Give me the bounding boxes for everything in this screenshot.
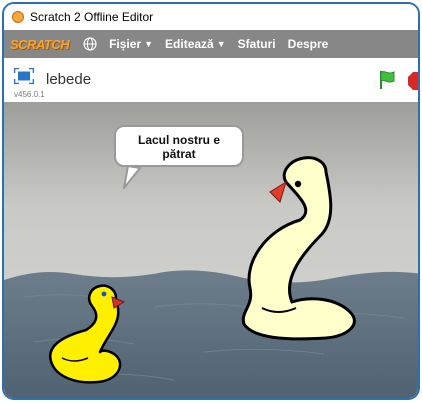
version-label: v456.0.1	[14, 90, 45, 99]
globe-icon[interactable]	[83, 37, 97, 51]
menu-bar: SCRATCH Fișier ▼ Editează ▼ Sfaturi Desp…	[4, 30, 418, 58]
speech-bubble-text: Lacul nostru e pătrat	[137, 133, 220, 161]
chevron-down-icon: ▼	[216, 39, 226, 49]
project-title[interactable]: lebede	[46, 71, 91, 88]
scratch-cat-icon	[12, 11, 24, 23]
menu-file[interactable]: Fișier ▼	[109, 37, 153, 51]
menu-tips-label: Sfaturi	[237, 37, 276, 51]
presentation-mode-icon[interactable]	[14, 68, 34, 84]
speech-bubble: Lacul nostru e pătrat	[114, 125, 244, 167]
chevron-down-icon: ▼	[144, 39, 154, 49]
menu-edit-label: Editează	[165, 37, 214, 51]
menu-tips[interactable]: Sfaturi	[238, 37, 276, 51]
stop-sign-icon[interactable]	[408, 72, 420, 90]
window-title: Scratch 2 Offline Editor	[30, 10, 154, 24]
scratch-logo[interactable]: SCRATCH	[10, 37, 70, 52]
lake-water	[4, 270, 418, 398]
menu-file-label: Fișier	[109, 37, 142, 51]
app-window: Scratch 2 Offline Editor SCRATCH Fișier …	[2, 2, 420, 400]
menu-about-label: Despre	[287, 37, 329, 51]
stage-header: lebede v456.0.1	[4, 58, 418, 102]
menu-about[interactable]: Despre	[288, 37, 329, 51]
menu-edit[interactable]: Editează ▼	[165, 37, 226, 51]
stage[interactable]: Lacul nostru e pătrat	[4, 102, 418, 398]
green-flag-icon[interactable]	[378, 70, 396, 90]
title-bar: Scratch 2 Offline Editor	[4, 4, 418, 30]
